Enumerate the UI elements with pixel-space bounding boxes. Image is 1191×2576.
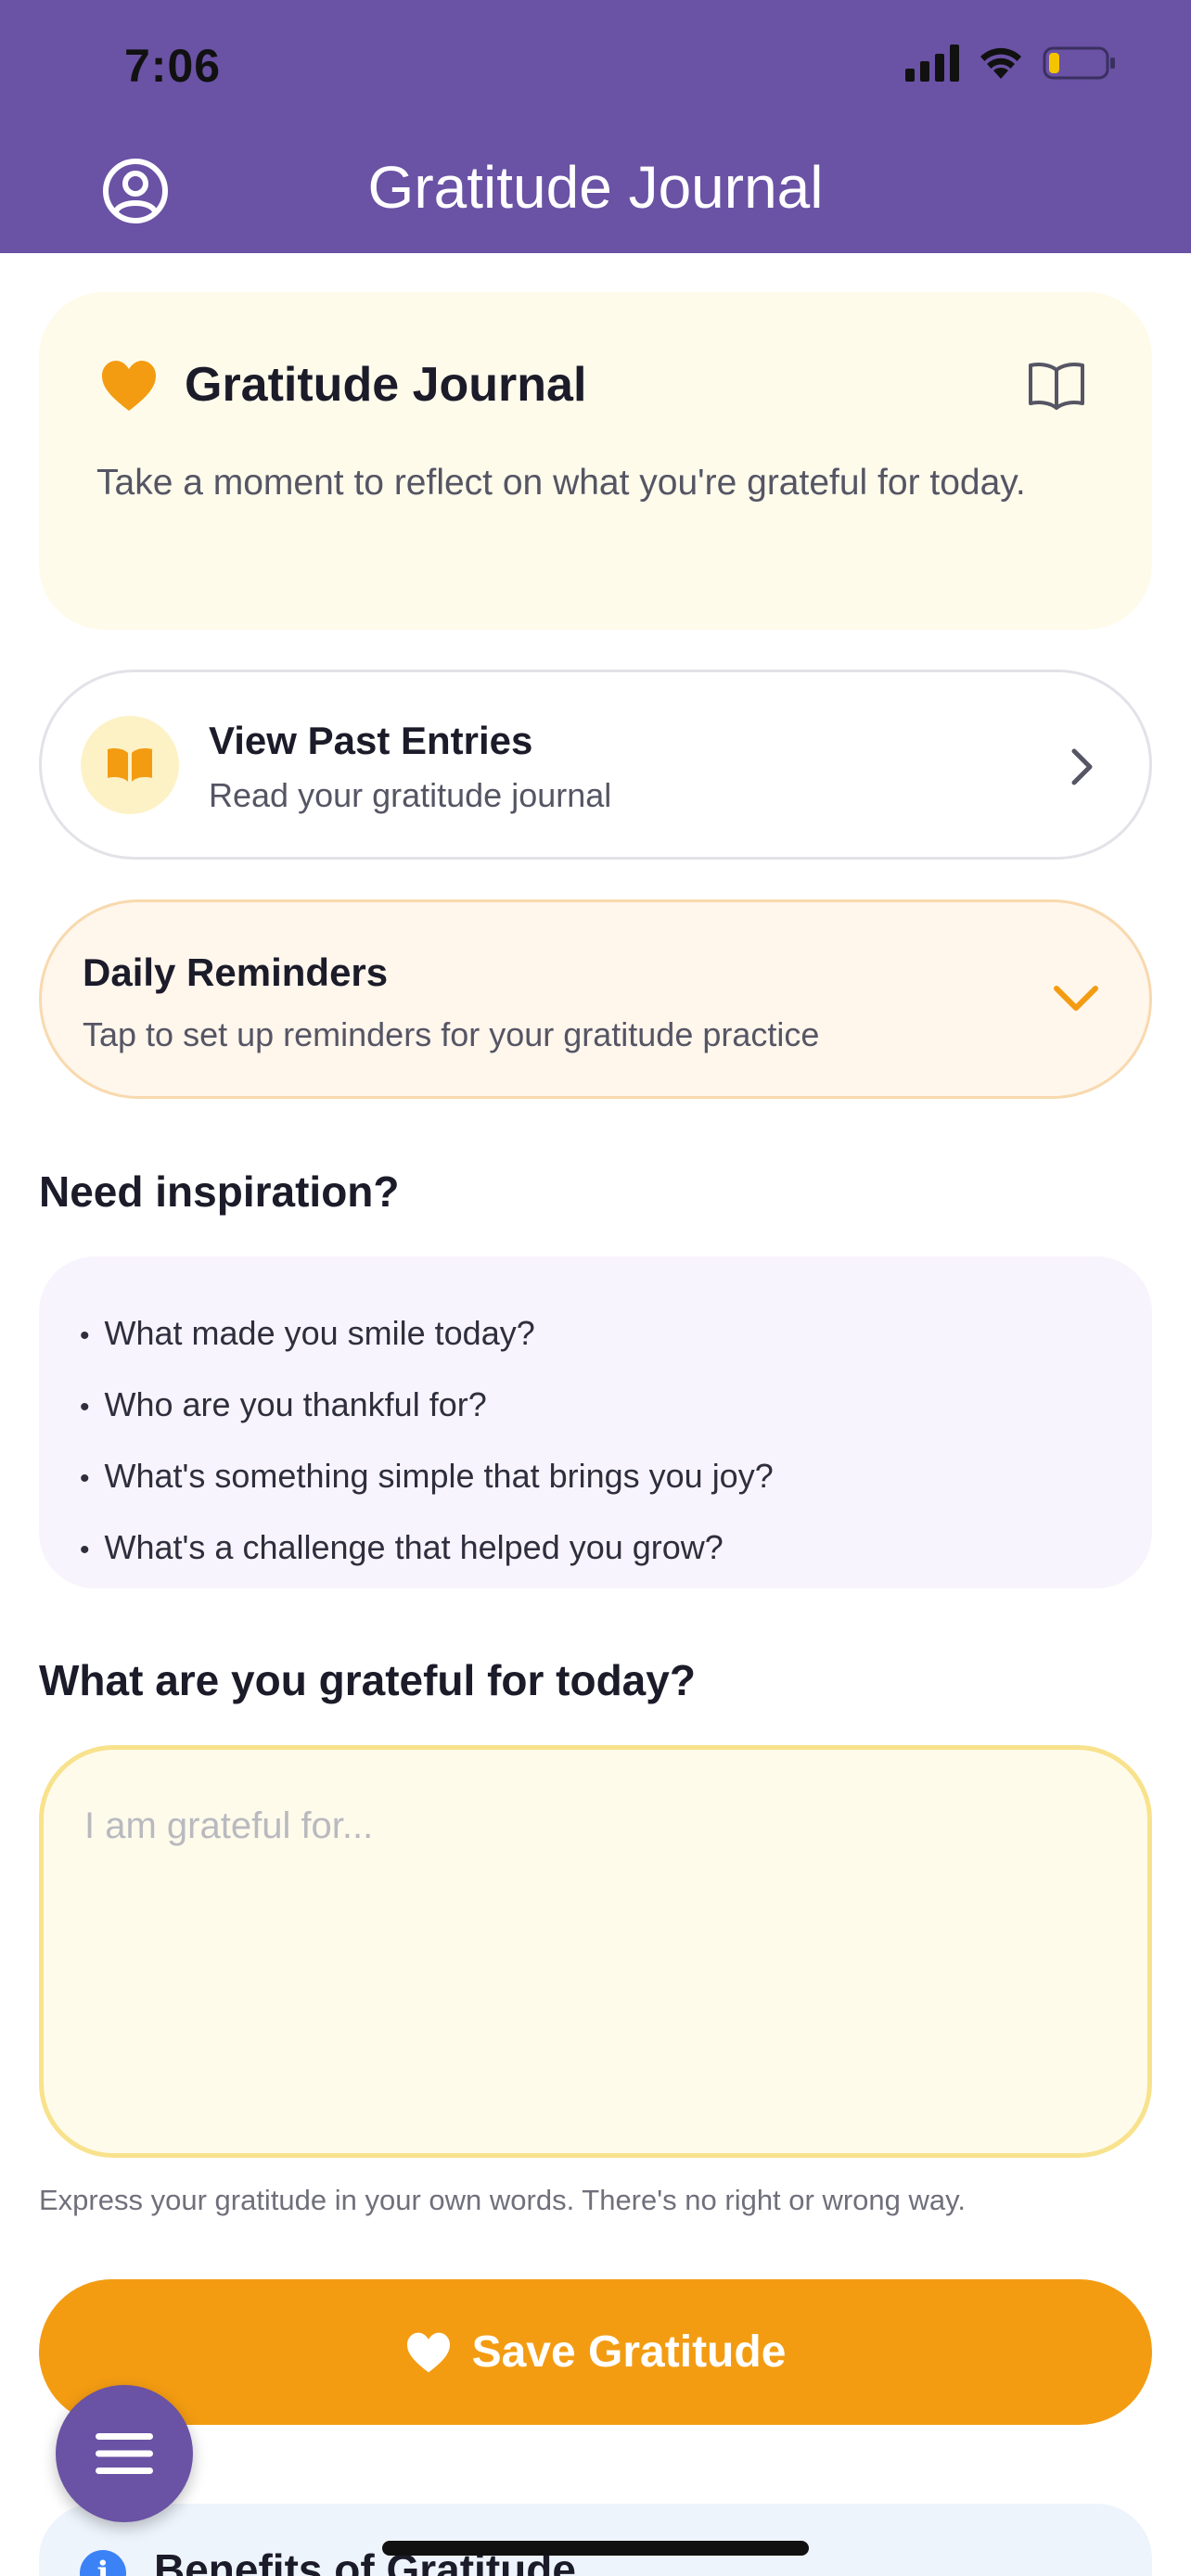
gratitude-entry-input[interactable] — [39, 1745, 1152, 2158]
inspiration-prompts: What made you smile today? Who are you t… — [80, 1299, 774, 1585]
inspiration-heading: Need inspiration? — [39, 1167, 400, 1216]
gratitude-entry-heading: What are you grateful for today? — [39, 1656, 696, 1704]
heart-icon — [406, 2332, 450, 2372]
cellular-signal-icon — [905, 45, 959, 82]
daily-reminders-toggle[interactable]: Daily Reminders Tap to set up reminders … — [39, 899, 1152, 1099]
hamburger-menu-icon — [96, 2433, 153, 2474]
app-header: 7:06 Gratitude Journal — [0, 0, 1191, 253]
benefits-card: i Benefits of Gratitude — [39, 2504, 1152, 2576]
battery-icon — [1043, 45, 1117, 81]
past-entries-icon-badge — [81, 716, 179, 814]
inspiration-prompt: What's a challenge that helped you grow? — [80, 1513, 774, 1585]
intro-description: Take a moment to reflect on what you're … — [96, 463, 1026, 503]
heart-icon — [102, 361, 156, 411]
info-icon: i — [80, 2550, 126, 2576]
view-past-entries-button[interactable]: View Past Entries Read your gratitude jo… — [39, 670, 1152, 860]
status-time: 7:06 — [124, 40, 222, 92]
chevron-down-icon — [1054, 986, 1098, 1011]
reminders-title: Daily Reminders — [83, 950, 389, 994]
intro-card: Gratitude Journal Take a moment to refle… — [39, 292, 1152, 630]
book-open-icon[interactable] — [1028, 359, 1085, 411]
inspiration-prompt: What made you smile today? — [80, 1299, 774, 1371]
wifi-icon — [978, 45, 1024, 81]
inspiration-prompt: Who are you thankful for? — [80, 1371, 774, 1442]
reminders-subtitle: Tap to set up reminders for your gratitu… — [83, 1015, 820, 1053]
menu-fab-button[interactable] — [56, 2385, 193, 2522]
inspiration-card: What made you smile today? Who are you t… — [39, 1256, 1152, 1588]
status-icons — [905, 45, 1117, 82]
chevron-right-icon — [1071, 748, 1093, 785]
save-gratitude-button[interactable]: Save Gratitude — [39, 2279, 1152, 2425]
save-button-label: Save Gratitude — [471, 2327, 787, 2377]
gratitude-journal-screen: 7:06 Gratitude Journal Gratitude Journal… — [0, 0, 1191, 2576]
past-entries-title: View Past Entries — [209, 719, 533, 762]
past-entries-subtitle: Read your gratitude journal — [209, 776, 612, 814]
book-icon — [108, 748, 152, 782]
entry-helper-text: Express your gratitude in your own words… — [39, 2184, 966, 2216]
header-title: Gratitude Journal — [367, 154, 824, 221]
intro-title: Gratitude Journal — [185, 358, 587, 412]
home-indicator — [382, 2541, 809, 2556]
inspiration-prompt: What's something simple that brings you … — [80, 1442, 774, 1513]
